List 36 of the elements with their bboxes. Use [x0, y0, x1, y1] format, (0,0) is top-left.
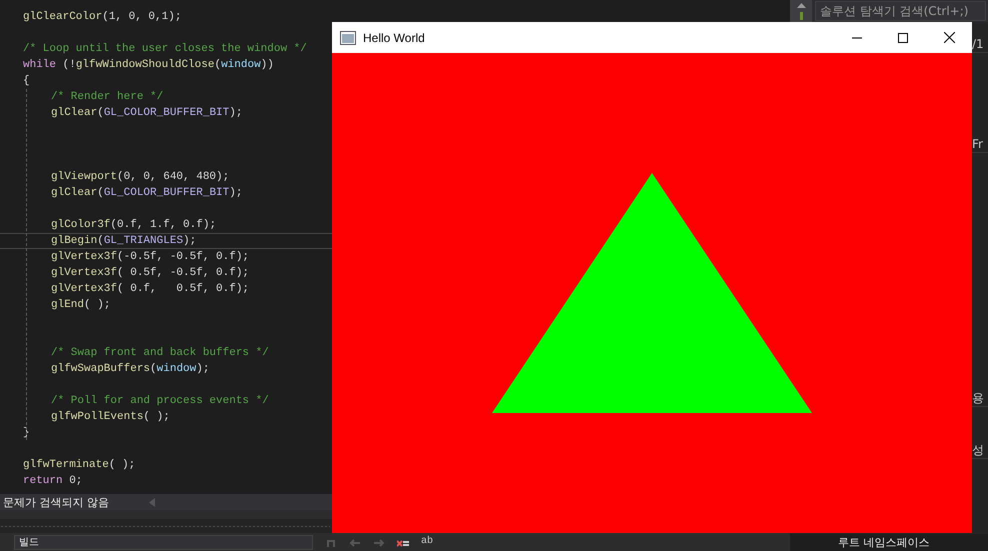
output-source-dropdown[interactable]: 빌드: [14, 534, 313, 550]
window-title: Hello World: [363, 30, 426, 44]
panel-text: 용: [972, 390, 984, 406]
code-line: glViewport(0, 0, 640, 480);: [50, 170, 230, 185]
scroll-up-icon[interactable]: [796, 3, 806, 8]
code-line: glColor3f(0.f, 1.f, 0.f);: [50, 218, 218, 233]
search-field[interactable]: 솔루션 탐색기 검색(Ctrl+;): [815, 1, 986, 21]
code-line: glClearColor(1, 0, 0,1);: [22, 10, 182, 25]
code-line: glEnd( );: [50, 298, 112, 313]
window-app-icon: [340, 30, 356, 44]
change-marker: [800, 12, 802, 20]
panel-text: Fr: [972, 136, 983, 152]
code-line: glfwSwapBuffers(window);: [50, 362, 210, 377]
code-line: glVertex3f( 0.f, 0.5f, 0.f);: [50, 282, 250, 297]
code-line: glfwPollEvents( );: [50, 410, 171, 425]
code-line: glVertex3f( 0.5f, -0.5f, 0.f);: [50, 266, 250, 281]
code-line: glBegin(GL_TRIANGLES);: [0, 233, 332, 249]
panel-text: 성: [972, 442, 984, 458]
code-line: glVertex3f(-0.5f, -0.5f, 0.f);: [50, 250, 250, 265]
code-line: return 0;: [22, 474, 84, 489]
scrollbar[interactable]: [790, 0, 812, 22]
code-line: while (!glfwWindowShouldClose(window)): [22, 58, 275, 73]
code-line: glClear(GL_COLOR_BUFFER_BIT);: [50, 186, 244, 201]
word-wrap-toggle[interactable]: ab: [421, 537, 434, 547]
close-icon: [944, 32, 954, 43]
code-line: glfwTerminate( );: [22, 458, 136, 473]
panel-text: /1: [972, 36, 984, 52]
code-line: glClear(GL_COLOR_BUFFER_BIT);: [50, 106, 244, 121]
code-line: {: [22, 74, 31, 89]
code-line: /* Swap front and back buffers */: [50, 346, 270, 361]
code-line: /* Render here */: [50, 90, 164, 105]
maximize-icon: [898, 32, 908, 42]
panel-grip[interactable]: [0, 524, 330, 528]
code-line: /* Poll for and process events */: [50, 394, 270, 409]
code-line: /* Loop until the user closes the window */: [22, 42, 308, 57]
status-text: 문제가 검색되지 않음: [3, 494, 109, 510]
